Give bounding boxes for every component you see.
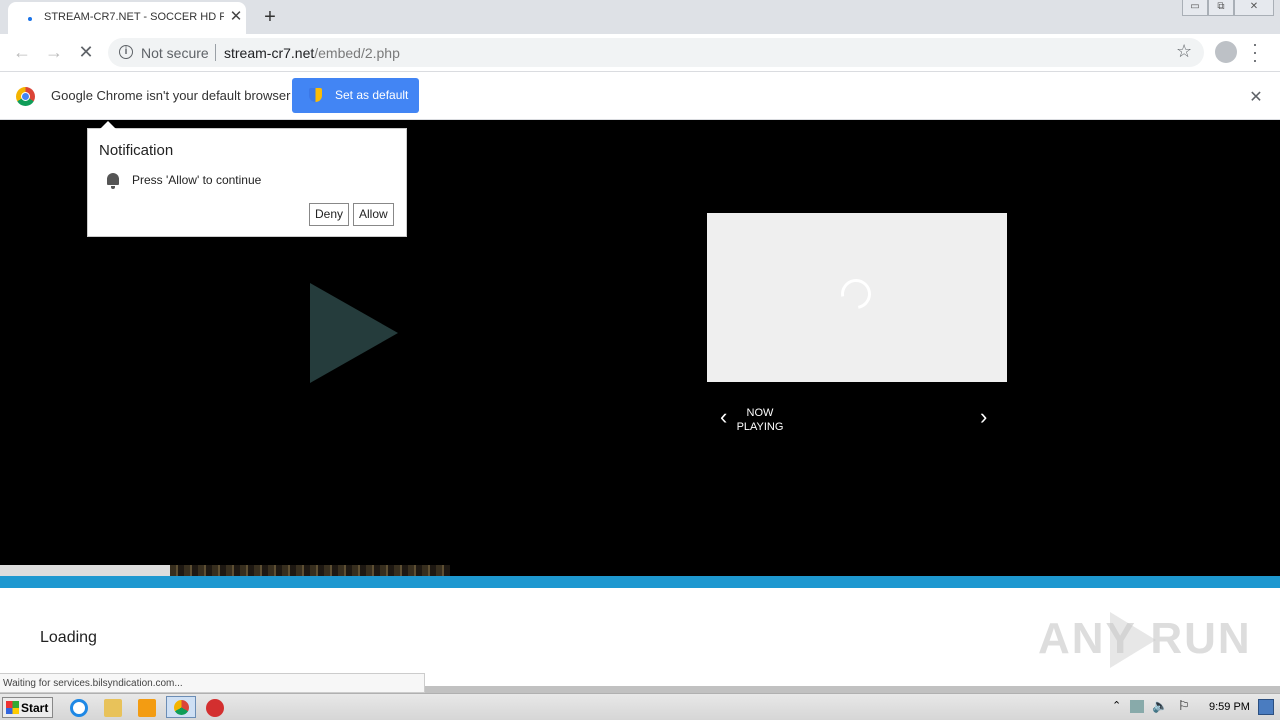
loading-favicon-icon <box>28 17 32 21</box>
now-playing-label: NOW PLAYING <box>736 407 784 433</box>
media-player-icon[interactable] <box>138 699 156 717</box>
set-as-default-label: Set as default <box>335 88 409 102</box>
set-as-default-button[interactable]: Set as default <box>292 78 419 113</box>
url-path: /embed/2.php <box>314 45 400 61</box>
popup-pointer <box>100 121 116 129</box>
new-tab-button[interactable]: + <box>258 6 282 30</box>
blue-progress-bar <box>0 576 1280 588</box>
video-thumbnail[interactable] <box>707 213 1007 382</box>
volume-icon[interactable]: 🔈 <box>1152 698 1168 714</box>
popup-message: Press 'Allow' to continue <box>132 173 262 187</box>
browser-toolbar: ← → ✕ i Not secure stream-cr7.net/embed/… <box>0 34 1280 71</box>
deny-button[interactable]: Deny <box>309 203 350 226</box>
chevron-left-icon[interactable]: ‹ <box>720 404 727 430</box>
loading-text: Loading <box>40 629 97 646</box>
thumbnail-strip <box>0 565 450 576</box>
url-text[interactable]: stream-cr7.net/embed/2.php <box>224 45 400 61</box>
security-label[interactable]: Not secure <box>141 45 209 61</box>
forward-arrow-icon[interactable]: → <box>40 39 68 67</box>
tray-expand-icon[interactable]: ⌃ <box>1112 699 1121 712</box>
infobar-message: Google Chrome isn't your default browser <box>51 88 291 103</box>
tab-title: STREAM-CR7.NET - SOCCER HD Player <box>44 11 224 23</box>
address-bar[interactable]: i Not secure stream-cr7.net/embed/2.php … <box>108 38 1204 67</box>
clock[interactable]: 9:59 PM <box>1209 701 1250 713</box>
chrome-logo-icon <box>16 87 35 106</box>
show-desktop-icon[interactable] <box>1258 699 1274 715</box>
loading-spinner-icon <box>835 273 877 315</box>
play-icon[interactable] <box>310 283 398 383</box>
uac-shield-icon <box>309 88 322 102</box>
profile-avatar-icon[interactable] <box>1215 41 1237 63</box>
tab-strip: STREAM-CR7.NET - SOCCER HD Player ✕ + ▭ … <box>0 0 1280 34</box>
start-button[interactable]: Start <box>2 697 53 718</box>
omnibox-divider <box>215 44 216 61</box>
back-arrow-icon[interactable]: ← <box>8 39 36 67</box>
infobar-close-button[interactable]: ✕ <box>1247 87 1265 107</box>
bookmark-star-icon[interactable]: ☆ <box>1176 41 1192 62</box>
restore-button[interactable]: ⧉ <box>1208 0 1234 16</box>
start-label: Start <box>21 701 49 715</box>
file-explorer-icon[interactable] <box>104 699 122 717</box>
windows-taskbar: Start ⌃ 🔈 ⚐ 9:59 PM <box>0 693 1280 720</box>
window-close-button[interactable]: ✕ <box>1234 0 1274 16</box>
internet-explorer-icon[interactable] <box>70 699 88 717</box>
menu-kebab-icon[interactable]: · · · <box>1250 35 1260 69</box>
browser-tab[interactable]: STREAM-CR7.NET - SOCCER HD Player ✕ <box>8 2 246 34</box>
chevron-right-icon[interactable]: › <box>980 404 987 430</box>
bell-icon <box>107 173 119 189</box>
chrome-taskbar-button[interactable] <box>166 696 196 718</box>
default-browser-infobar: Google Chrome isn't your default browser… <box>0 71 1280 120</box>
popup-title: Notification <box>99 142 174 159</box>
status-bubble: Waiting for services.bilsyndication.com.… <box>0 673 425 693</box>
url-host: stream-cr7.net <box>224 45 315 61</box>
chrome-icon <box>174 700 189 715</box>
notification-permission-popup: Notification Press 'Allow' to continue D… <box>87 121 407 237</box>
windows-logo-icon <box>6 701 19 714</box>
network-icon[interactable] <box>1130 700 1144 713</box>
tab-close-button[interactable]: ✕ <box>226 7 246 27</box>
opera-icon[interactable] <box>206 699 224 717</box>
info-icon[interactable]: i <box>119 45 133 59</box>
action-center-flag-icon[interactable]: ⚐ <box>1178 698 1190 714</box>
horizontal-scrollbar[interactable] <box>425 686 1280 693</box>
stop-loading-icon[interactable]: ✕ <box>72 39 100 67</box>
allow-button[interactable]: Allow <box>353 203 394 226</box>
minimize-button[interactable]: ▭ <box>1182 0 1208 16</box>
anyrun-watermark: ANY RUN <box>1038 614 1252 663</box>
